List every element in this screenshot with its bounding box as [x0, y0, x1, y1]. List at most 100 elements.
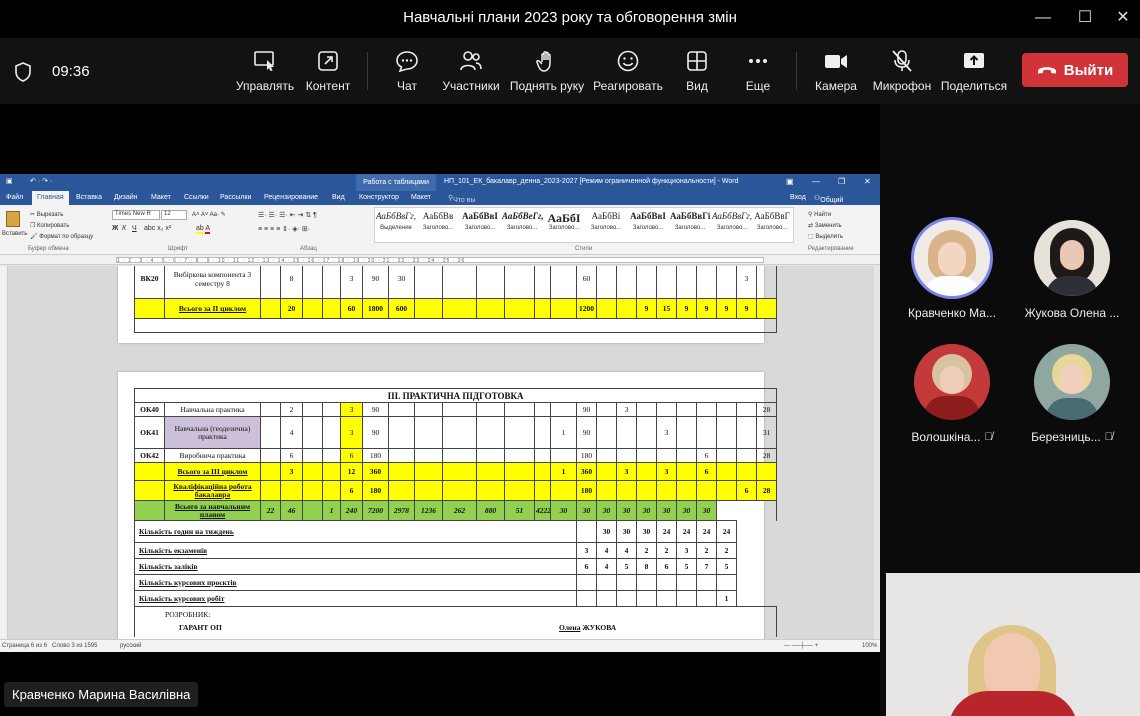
style-item[interactable]: АаБбВвГі Заголово... [670, 211, 710, 231]
table-tools-tab: Работа с таблицами [356, 174, 436, 191]
replace-button[interactable]: ⇄ Заменить [808, 222, 842, 229]
tab-design[interactable]: Дизайн [114, 194, 138, 201]
summary-label: Кількість курсових проєктів [134, 574, 577, 591]
style-label: Заголово... [716, 225, 748, 231]
table-cell: 2 [656, 542, 677, 559]
tab-view[interactable]: Вид [332, 194, 345, 201]
bullets-icon[interactable]: ☰· ☰· ☰· ⇤ ⇥ ⇅ ¶ [258, 211, 317, 219]
react-button[interactable]: Реагировать [588, 50, 668, 95]
table-cell: 3 [616, 402, 637, 417]
tab-table-design[interactable]: Конструктор [359, 194, 399, 201]
italic-icon[interactable]: К [122, 225, 126, 232]
word-close-icon[interactable]: ✕ [864, 177, 871, 186]
table-cell [656, 448, 677, 463]
format-painter-button[interactable]: 🖌 Формат по образцу [30, 233, 93, 240]
tab-mailings[interactable]: Рассылки [220, 194, 251, 201]
signature-block: РОЗРОБНИК: ГАРАНТ ОП Олена ЖУКОВА [133, 606, 778, 637]
font-name-select[interactable]: Times New R [112, 210, 160, 220]
style-item[interactable]: АаБбВвГ Заголово... [752, 211, 792, 231]
select-button[interactable]: ⬚ Выделить [808, 233, 843, 240]
style-item[interactable]: АаБбВі Заголово... [586, 211, 626, 231]
style-item[interactable]: АаБбІ Заголово... [544, 211, 584, 231]
word-count: Слово 3 из 1595 [52, 643, 98, 649]
table-cell: 180 [576, 480, 597, 501]
style-item[interactable]: АаБбВвІ Заголово... [460, 211, 500, 231]
ribbon-options-icon[interactable]: ▣ [786, 177, 794, 186]
summary-row: Кількість годин на тиждень 30 30 30 24 24 24 24 [134, 520, 777, 543]
save-icon[interactable]: ▣ [6, 177, 13, 185]
participant-tile[interactable]: Жукова Олена ... [1014, 220, 1130, 322]
style-sample: АаБбВвІ [462, 211, 498, 221]
style-item[interactable]: АаБбВеГг, Заголово... [502, 211, 544, 231]
document-area[interactable]: ВК20 Вибіркова компонента 3 семестру 8839… [8, 266, 874, 639]
copy-button[interactable]: ❐ Копировать [30, 222, 69, 229]
paste-label[interactable]: Вставить [2, 231, 27, 237]
bold-icon[interactable]: Ж [112, 225, 118, 232]
word-restore-icon[interactable]: ❐ [838, 177, 845, 186]
underline-icon[interactable]: Ч [132, 225, 137, 232]
table-cell [322, 298, 341, 319]
zoom-level: 100% [862, 643, 878, 649]
maximize-button[interactable]: ☐ [1072, 6, 1098, 30]
undo-icon[interactable]: ↶ · ↷ · [30, 177, 52, 185]
strike-icon[interactable]: abc x₂ x² [144, 225, 171, 232]
tab-table-layout[interactable]: Макет [411, 194, 431, 201]
style-item[interactable]: АаБбВвІ Заголово... [628, 211, 668, 231]
participants-button[interactable]: Участники [431, 50, 511, 95]
table-cell: 30 [596, 520, 617, 543]
table-cell: 6 [656, 558, 677, 575]
horizontal-ruler[interactable]: 1 · 2 · 3 · 4 · 5 · 6 · 7 · 8 · 9 · 10 ·… [0, 255, 880, 265]
table-cell [534, 266, 551, 299]
style-item[interactable]: АаБбВвГг, Выделение [376, 211, 416, 231]
table-cell [388, 480, 415, 501]
table-cell: 6 [340, 480, 363, 501]
avatar [914, 220, 990, 296]
table-cell [504, 266, 535, 299]
participant-tile[interactable]: Березниць... 🎙̸ [1014, 344, 1130, 446]
sign-in-link[interactable]: Вход [790, 194, 806, 201]
style-item[interactable]: АаБбВв Заголово... [418, 211, 458, 231]
participant-tile[interactable]: Кравченко Ма... [894, 220, 1010, 322]
share-button[interactable]: Поделиться [934, 50, 1014, 95]
style-item[interactable]: АаБбВвГг, Заголово... [712, 211, 752, 231]
close-button[interactable]: ✕ [1110, 6, 1136, 30]
table-cell [636, 416, 657, 449]
more-button[interactable]: Еще [718, 50, 798, 95]
course-name: Навчальна практика [164, 402, 261, 417]
table-cell [636, 480, 657, 501]
grow-font-icon[interactable]: A˄ A˅ Aa· ✎ [192, 211, 226, 218]
guarantor-label: ГАРАНТ ОП [179, 623, 222, 632]
page-top: ВК20 Вибіркова компонента 3 семестру 8839… [118, 266, 777, 343]
find-button[interactable]: ⚲ Найти [808, 211, 831, 218]
table-cell: 3 [576, 542, 597, 559]
zoom-slider[interactable]: — ──┼── + [784, 643, 818, 649]
raise-hand-button[interactable]: Поднять руку [507, 50, 587, 95]
tab-layout[interactable]: Макет [151, 194, 171, 201]
table-cell: 24 [676, 520, 697, 543]
tell-me-box[interactable]: ⚲ Что вы хотите сделать? [448, 194, 483, 218]
table-cell: 9 [696, 298, 717, 319]
font-size-select[interactable]: 12 [161, 210, 187, 220]
tab-references[interactable]: Ссылки [184, 194, 209, 201]
table-cell [550, 298, 577, 319]
highlight-icon[interactable]: ab A [196, 225, 211, 234]
table-cell [736, 448, 757, 463]
share-doc-button[interactable]: ⚇ Общий доступ [814, 194, 843, 211]
avatar [914, 344, 990, 420]
tab-home[interactable]: Главная [32, 191, 69, 205]
more-icon [749, 59, 767, 63]
tab-insert[interactable]: Вставка [76, 194, 102, 201]
paste-icon[interactable] [6, 211, 20, 227]
word-minimize-icon[interactable]: — [812, 177, 820, 186]
self-video[interactable] [886, 573, 1140, 716]
cut-button[interactable]: ✂ Вырезать [30, 211, 63, 218]
leave-button[interactable]: Выйти [1022, 53, 1128, 87]
participant-tile[interactable]: Волошкіна... 🎙̸ [894, 344, 1010, 446]
tab-review[interactable]: Рецензирование [264, 194, 318, 201]
content-button[interactable]: Контент [288, 50, 368, 95]
minimize-button[interactable]: — [1030, 6, 1056, 30]
align-icon[interactable]: ≡ ≡ ≡ ≡ ⇕· ◈· ⊞· [258, 225, 310, 233]
microphone-button[interactable]: Микрофон [862, 50, 942, 95]
vertical-ruler[interactable] [0, 266, 8, 639]
tab-file[interactable]: Файл [6, 194, 23, 201]
